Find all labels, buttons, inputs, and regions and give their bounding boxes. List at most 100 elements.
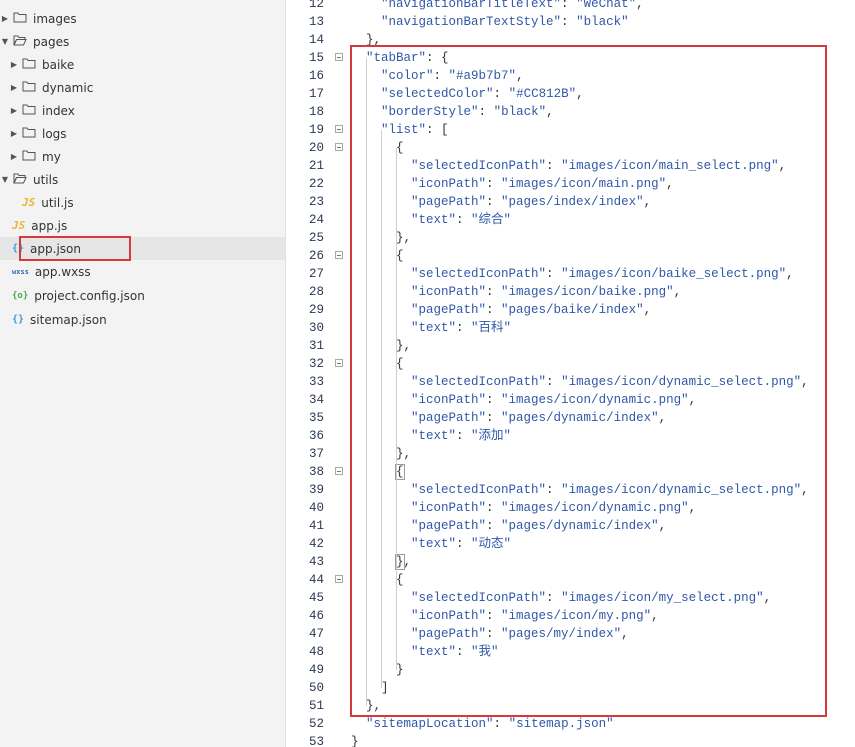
code-line[interactable]: 38 {: [286, 463, 855, 481]
code-line[interactable]: 36 "text": "添加": [286, 427, 855, 445]
line-number: 16: [308, 69, 324, 83]
line-number: 32: [308, 357, 324, 371]
code-line[interactable]: 23 "pagePath": "pages/index/index",: [286, 193, 855, 211]
tree-item-project-config-json[interactable]: {o} project.config.json: [0, 284, 285, 307]
code-line[interactable]: 50 ]: [286, 679, 855, 697]
chevron-right-icon[interactable]: ▶: [9, 129, 19, 138]
code-line[interactable]: 46 "iconPath": "images/icon/my.png",: [286, 607, 855, 625]
code-line[interactable]: 27 "selectedIconPath": "images/icon/baik…: [286, 265, 855, 283]
fold-toggle-icon[interactable]: [335, 53, 343, 61]
code-line[interactable]: 45 "selectedIconPath": "images/icon/my_s…: [286, 589, 855, 607]
chevron-right-icon[interactable]: ▶: [9, 152, 19, 161]
code-line[interactable]: 16 "color": "#a9b7b7",: [286, 67, 855, 85]
fold-toggle-icon[interactable]: [335, 125, 343, 133]
code-line[interactable]: 32 {: [286, 355, 855, 373]
code-line[interactable]: 28 "iconPath": "images/icon/baike.png",: [286, 283, 855, 301]
fold-toggle-icon[interactable]: [335, 251, 343, 259]
line-number: 48: [308, 645, 324, 659]
tree-item-logs[interactable]: ▶ logs: [0, 122, 285, 145]
tree-item-app-js[interactable]: JS app.js: [0, 214, 285, 237]
code-line[interactable]: 18 "borderStyle": "black",: [286, 103, 855, 121]
code-line[interactable]: 15 "tabBar": {: [286, 49, 855, 67]
folder-open-icon: [13, 35, 27, 49]
code-text: "selectedColor": "#CC812B",: [381, 87, 584, 101]
code-line[interactable]: 22 "iconPath": "images/icon/main.png",: [286, 175, 855, 193]
code-line[interactable]: 34 "iconPath": "images/icon/dynamic.png"…: [286, 391, 855, 409]
code-line[interactable]: 12 "navigationBarTitleText": "WeChat",: [286, 0, 855, 13]
code-line[interactable]: 37 },: [286, 445, 855, 463]
code-line[interactable]: 47 "pagePath": "pages/my/index",: [286, 625, 855, 643]
tree-item-label: app.js: [31, 218, 68, 233]
tree-item-baike[interactable]: ▶ baike: [0, 53, 285, 76]
fold-toggle-icon[interactable]: [335, 143, 343, 151]
tree-item-label: dynamic: [42, 80, 94, 95]
line-number: 53: [308, 735, 324, 747]
code-line[interactable]: 17 "selectedColor": "#CC812B",: [286, 85, 855, 103]
tree-item-label: images: [33, 11, 77, 26]
tree-item-label: index: [42, 103, 75, 118]
fold-toggle-icon[interactable]: [335, 467, 343, 475]
code-line[interactable]: 19 "list": [: [286, 121, 855, 139]
line-number: 22: [308, 177, 324, 191]
line-number: 39: [308, 483, 324, 497]
line-number: 46: [308, 609, 324, 623]
config-file-icon: {o}: [12, 290, 29, 301]
code-text: "selectedIconPath": "images/icon/dynamic…: [411, 375, 809, 389]
indent-guide: [366, 58, 367, 706]
code-line[interactable]: 49 }: [286, 661, 855, 679]
chevron-down-icon[interactable]: ▼: [0, 37, 10, 46]
code-line[interactable]: 30 "text": "百科": [286, 319, 855, 337]
chevron-right-icon[interactable]: ▶: [9, 83, 19, 92]
code-text: "iconPath": "images/icon/baike.png",: [411, 285, 682, 299]
line-number: 51: [308, 699, 324, 713]
line-number: 19: [308, 123, 324, 137]
fold-toggle-icon[interactable]: [335, 575, 343, 583]
tree-item-app-json[interactable]: {} app.json: [0, 237, 285, 260]
js-file-icon: JS: [22, 196, 36, 209]
code-line[interactable]: 33 "selectedIconPath": "images/icon/dyna…: [286, 373, 855, 391]
line-number: 37: [308, 447, 324, 461]
line-number: 26: [308, 249, 324, 263]
code-line[interactable]: 51 },: [286, 697, 855, 715]
code-text: "selectedIconPath": "images/icon/my_sele…: [411, 591, 772, 605]
folder-icon: [22, 81, 36, 95]
code-text: "selectedIconPath": "images/icon/main_se…: [411, 159, 787, 173]
tree-item-images[interactable]: ▶ images: [0, 7, 285, 30]
code-line[interactable]: 31 },: [286, 337, 855, 355]
chevron-down-icon[interactable]: ▼: [0, 175, 10, 184]
code-line[interactable]: 39 "selectedIconPath": "images/icon/dyna…: [286, 481, 855, 499]
code-line[interactable]: 21 "selectedIconPath": "images/icon/main…: [286, 157, 855, 175]
code-line[interactable]: 25 },: [286, 229, 855, 247]
tree-item-sitemap-json[interactable]: {} sitemap.json: [0, 308, 285, 331]
chevron-right-icon[interactable]: ▶: [0, 14, 10, 23]
fold-toggle-icon[interactable]: [335, 359, 343, 367]
tree-item-my[interactable]: ▶ my: [0, 145, 285, 168]
chevron-right-icon[interactable]: ▶: [9, 60, 19, 69]
tree-item-label: app.wxss: [34, 264, 91, 279]
code-line[interactable]: 43 },: [286, 553, 855, 571]
tree-item-app-wxss[interactable]: wxss app.wxss: [0, 260, 285, 283]
code-line[interactable]: 41 "pagePath": "pages/dynamic/index",: [286, 517, 855, 535]
code-line[interactable]: 44 {: [286, 571, 855, 589]
code-line[interactable]: 40 "iconPath": "images/icon/dynamic.png"…: [286, 499, 855, 517]
tree-item-dynamic[interactable]: ▶ dynamic: [0, 76, 285, 99]
code-line[interactable]: 48 "text": "我": [286, 643, 855, 661]
tree-item-utils[interactable]: ▼ utils: [0, 168, 285, 191]
tree-item-util-js[interactable]: JS util.js: [0, 191, 285, 214]
code-line[interactable]: 26 {: [286, 247, 855, 265]
code-line[interactable]: 29 "pagePath": "pages/baike/index",: [286, 301, 855, 319]
code-line[interactable]: 14 },: [286, 31, 855, 49]
code-line[interactable]: 20 {: [286, 139, 855, 157]
code-line[interactable]: 42 "text": "动态": [286, 535, 855, 553]
code-editor[interactable]: 12 "navigationBarTitleText": "WeChat", 13…: [286, 0, 855, 747]
chevron-right-icon[interactable]: ▶: [9, 106, 19, 115]
code-line[interactable]: 24 "text": "综合": [286, 211, 855, 229]
tree-item-index[interactable]: ▶ index: [0, 99, 285, 122]
line-number: 28: [308, 285, 324, 299]
tree-item-pages[interactable]: ▼ pages: [0, 30, 285, 53]
code-line[interactable]: 53}: [286, 733, 855, 747]
code-line[interactable]: 35 "pagePath": "pages/dynamic/index",: [286, 409, 855, 427]
code-line[interactable]: 13 "navigationBarTextStyle": "black": [286, 13, 855, 31]
file-explorer: ▶ images ▼ pages ▶ baike ▶ dynamic ▶ index ▶ logs ▶ m…: [0, 0, 286, 747]
code-line[interactable]: 52 "sitemapLocation": "sitemap.json": [286, 715, 855, 733]
